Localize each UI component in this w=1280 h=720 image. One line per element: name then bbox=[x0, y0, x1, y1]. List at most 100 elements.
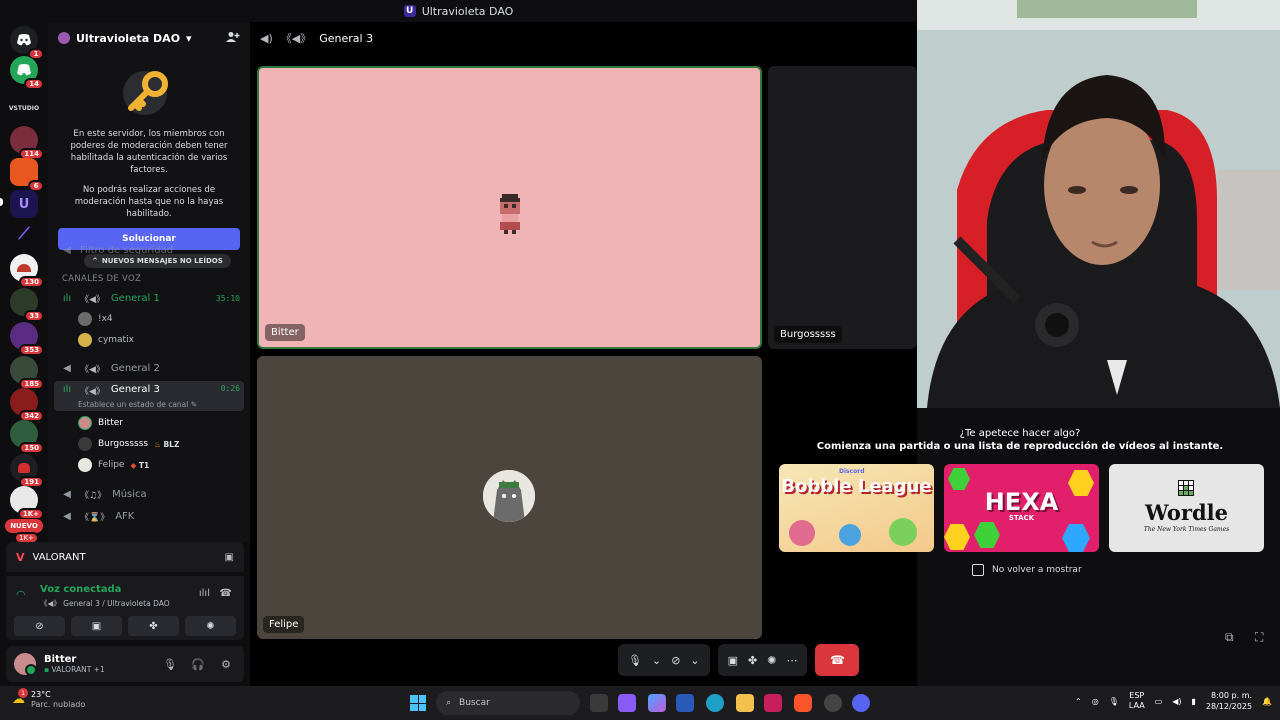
server-icon-discord-green[interactable]: 14 bbox=[10, 56, 44, 90]
voice-status[interactable]: Voz conectada bbox=[40, 584, 121, 595]
server-header[interactable]: Ultravioleta DAO ▾ bbox=[48, 22, 250, 54]
gear-icon[interactable]: ⚙ bbox=[216, 658, 236, 671]
invite-people-icon[interactable] bbox=[226, 31, 240, 46]
camera-off-icon[interactable]: ⊘ bbox=[671, 654, 680, 667]
unread-label: NUEVOS MENSAJES NO LEÍDOS bbox=[101, 257, 223, 265]
channel-status-text: Establece un estado de canal bbox=[78, 400, 189, 409]
volume-icon[interactable]: ◀) bbox=[1172, 697, 1181, 706]
file-explorer-icon[interactable] bbox=[736, 694, 754, 712]
task-view-icon[interactable] bbox=[590, 694, 608, 712]
new-servers-pill[interactable]: NUEVO bbox=[5, 519, 43, 533]
activity-panel[interactable]: V VALORANT ▣ bbox=[6, 542, 244, 572]
server-icon-ultravioleta[interactable]: U bbox=[10, 190, 38, 218]
fullscreen-icon[interactable]: ⛶ bbox=[1255, 630, 1263, 645]
channel-status[interactable]: Establece un estado de canal ✎ bbox=[78, 400, 197, 409]
avatar[interactable] bbox=[14, 653, 37, 676]
soundboard-icon[interactable]: ✺ bbox=[767, 654, 776, 667]
more-icon[interactable]: ⋯ bbox=[786, 654, 797, 667]
game-card-bobble-league[interactable]: Bobble League Discord bbox=[779, 464, 934, 552]
server-icon-red[interactable]: 342 bbox=[10, 388, 44, 422]
soundboard-button[interactable]: ✺ bbox=[185, 616, 236, 636]
server-icon-purple-slash[interactable]: ⟋ bbox=[10, 220, 38, 248]
server-icon-pixel[interactable]: 185 bbox=[10, 356, 44, 390]
member-name: Bitter bbox=[98, 418, 123, 428]
notification-bell-icon[interactable]: 🔔 bbox=[1262, 697, 1272, 706]
voice-member[interactable]: cymatix bbox=[78, 331, 134, 349]
clock-date: 28/12/2025 bbox=[1205, 702, 1253, 711]
unread-badge: 33 bbox=[24, 310, 44, 322]
copilot-icon[interactable] bbox=[648, 694, 666, 712]
app-icon[interactable] bbox=[764, 694, 782, 712]
weather-temp: 23°C bbox=[31, 690, 51, 699]
brave-icon[interactable] bbox=[794, 694, 812, 712]
server-icon-mushroom[interactable]: 130 bbox=[10, 254, 44, 288]
hang-up-button[interactable]: ☎ bbox=[815, 644, 860, 676]
weather-badge: 1 bbox=[18, 688, 28, 698]
microphone-icon[interactable]: 🎙 bbox=[628, 654, 642, 667]
screen-share-button[interactable]: ▣ bbox=[71, 616, 122, 636]
server-icon-avatar-1[interactable]: 114 bbox=[10, 126, 44, 160]
discord-taskbar-icon[interactable] bbox=[852, 694, 870, 712]
channel-general-2[interactable]: ◀ 《◀》 General 2 bbox=[54, 358, 244, 378]
microphone-icon[interactable]: 🎙 bbox=[1109, 697, 1119, 706]
signal-icon[interactable]: ◠ bbox=[16, 588, 26, 601]
video-tile-burgosssss[interactable]: Burgosssss bbox=[768, 66, 917, 349]
obs-icon[interactable] bbox=[824, 694, 842, 712]
video-tile-bitter[interactable]: Bitter bbox=[257, 66, 762, 349]
chevron-down-icon[interactable]: ⌄ bbox=[652, 654, 661, 667]
server-icon-green-pixel[interactable]: 150 bbox=[10, 420, 44, 454]
clock[interactable]: 8:00 p. m. 28/12/2025 bbox=[1206, 690, 1252, 712]
voice-member[interactable]: Felipe ◆ T1 bbox=[78, 456, 149, 474]
checkbox[interactable] bbox=[972, 564, 984, 576]
selected-pill bbox=[0, 198, 3, 206]
edge-icon[interactable] bbox=[706, 694, 724, 712]
voice-category[interactable]: CANALES DE VOZ bbox=[62, 274, 141, 284]
server-icon-game[interactable]: 33 bbox=[10, 288, 44, 322]
user-info[interactable]: Bitter ▪ VALORANT +1 bbox=[44, 654, 105, 674]
voice-member[interactable]: Burgosssss ♨ BLZ bbox=[78, 435, 179, 453]
microphone-icon[interactable]: 🎙 bbox=[160, 658, 180, 671]
music-icon: 《♫》 bbox=[80, 490, 107, 501]
weather-cloud-icon: ☁ 1 bbox=[12, 688, 28, 707]
store-icon[interactable] bbox=[676, 694, 694, 712]
dont-show-again[interactable]: No volver a mostrar bbox=[972, 564, 1082, 576]
new-unread-pill[interactable]: ^ NUEVOS MENSAJES NO LEÍDOS bbox=[84, 254, 231, 268]
activities-button[interactable]: ✤ bbox=[128, 616, 179, 636]
chevron-down-icon: ▾ bbox=[186, 31, 192, 45]
disconnect-icon[interactable]: ☎ bbox=[220, 588, 232, 599]
server-icon-purple[interactable]: 353 bbox=[10, 322, 44, 356]
stream-game-icon[interactable]: ▣ bbox=[225, 552, 234, 563]
headphones-icon[interactable]: 🎧 bbox=[188, 658, 208, 671]
voice-connected-panel: ◠ Voz conectada 《◀》 General 3 / Ultravio… bbox=[6, 576, 244, 640]
discord-home-icon[interactable]: 1 bbox=[10, 26, 44, 60]
activities-icon[interactable]: ✤ bbox=[748, 654, 757, 667]
tray-app-icon[interactable]: ◎ bbox=[1092, 697, 1099, 706]
video-tile-felipe[interactable]: Felipe bbox=[257, 356, 762, 639]
screen-share-icon[interactable]: ▣ bbox=[728, 654, 738, 667]
game-card-hexa-stack[interactable]: HEXA STACK bbox=[944, 464, 1099, 552]
game-card-wordle[interactable]: Wordle The New York Times Games bbox=[1109, 464, 1264, 552]
server-icon-vstudio[interactable]: VSTUDIO bbox=[9, 94, 39, 122]
search-icon: ⌕ bbox=[446, 698, 452, 708]
taskbar-search[interactable]: ⌕ Buscar bbox=[436, 691, 580, 715]
server-icon-white[interactable]: 1K+ bbox=[10, 486, 44, 520]
channel-general-1[interactable]: ılı 《◀》 General 1 35:10 bbox=[54, 288, 244, 308]
language-indicator[interactable]: ESP LAA bbox=[1129, 691, 1145, 711]
chevron-up-icon[interactable]: ⌃ bbox=[1075, 697, 1082, 706]
voice-member[interactable]: !x4 bbox=[78, 310, 113, 328]
network-icon[interactable]: ▭ bbox=[1155, 697, 1163, 706]
battery-icon[interactable]: ▮ bbox=[1192, 697, 1196, 706]
weather-widget[interactable]: ☁ 1 23°C Parc. nublado bbox=[12, 688, 85, 709]
channel-musica[interactable]: ◀ 《♫》 Música bbox=[54, 484, 244, 504]
snipping-tool-icon[interactable] bbox=[618, 694, 636, 712]
server-icon-mario[interactable]: 191 bbox=[10, 454, 44, 488]
server-icon-orange[interactable]: 6 bbox=[10, 158, 44, 192]
windows-start-icon[interactable] bbox=[410, 695, 426, 711]
popout-icon[interactable]: ⧉ bbox=[1225, 630, 1234, 645]
category-label: CANALES DE VOZ bbox=[62, 274, 142, 284]
chevron-down-icon[interactable]: ⌄ bbox=[690, 654, 699, 667]
voice-member[interactable]: Bitter bbox=[78, 414, 123, 432]
noise-suppression-icon[interactable]: ılıl bbox=[199, 588, 210, 599]
camera-off-button[interactable]: ⊘ bbox=[14, 616, 65, 636]
channel-afk[interactable]: ◀ 《⌛》 AFK bbox=[54, 506, 244, 526]
